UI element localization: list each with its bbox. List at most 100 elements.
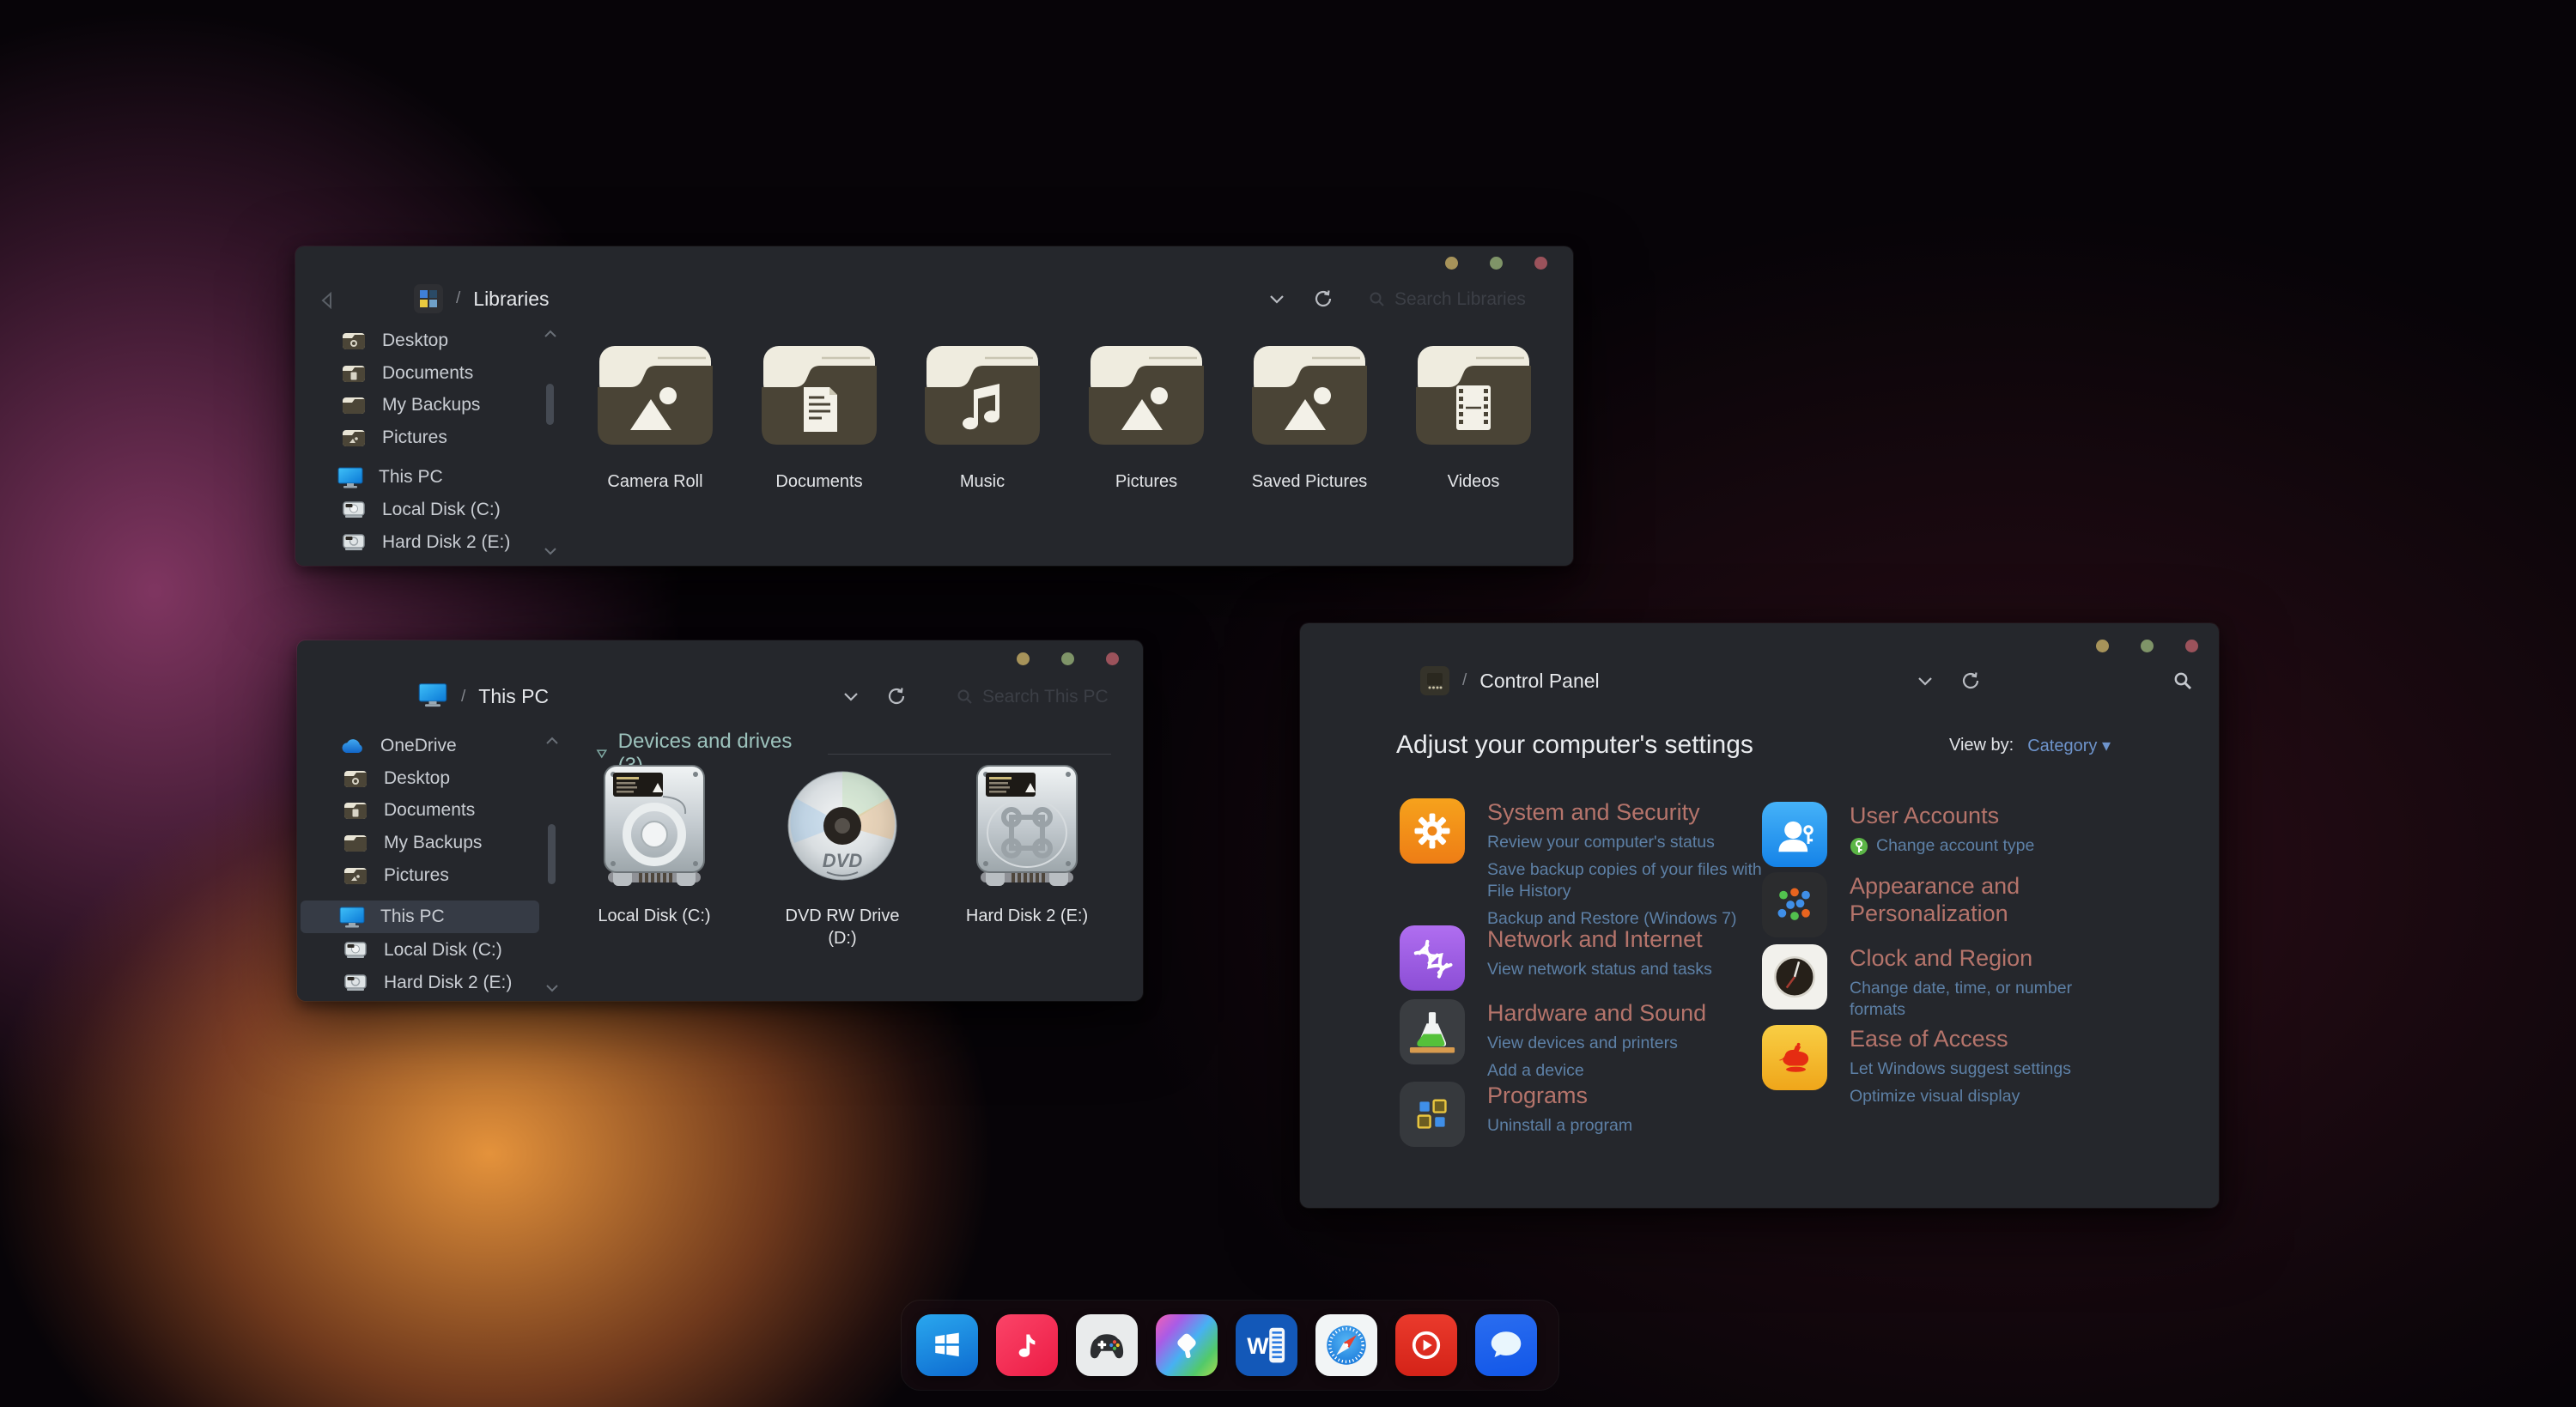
dock: W	[902, 1301, 1558, 1390]
search-box[interactable]: Search This PC	[957, 687, 1109, 707]
folder-documents[interactable]: Documents	[746, 332, 892, 493]
back-button[interactable]	[318, 289, 337, 316]
flask-icon[interactable]	[1400, 999, 1465, 1064]
user-icon[interactable]	[1762, 802, 1827, 867]
minimize-button[interactable]	[2096, 640, 2109, 652]
folder-pictures-icon	[591, 332, 720, 459]
drive-dvd-rw-d[interactable]: DVD DVD RW Drive (D:)	[765, 761, 920, 949]
clock-icon[interactable]	[1762, 944, 1827, 1010]
scroll-down-button[interactable]	[543, 545, 558, 561]
dock-icon-games[interactable]	[1076, 1314, 1138, 1376]
dock-icon-word[interactable]: W	[1236, 1314, 1297, 1376]
category-link[interactable]: Optimize visual display	[1850, 1086, 2071, 1107]
view-by-dropdown[interactable]: Category ▾	[2027, 735, 2111, 756]
breadcrumb[interactable]: / This PC	[417, 682, 549, 712]
refresh-button[interactable]	[1312, 288, 1334, 314]
refresh-button[interactable]	[885, 685, 908, 712]
window-controls	[1017, 652, 1119, 665]
category-link[interactable]: Review your computer's status	[1487, 832, 1762, 853]
sidebar-item-documents[interactable]: Documents	[342, 795, 475, 826]
sidebar-item-this-pc[interactable]: This PC	[338, 901, 445, 932]
folder-videos[interactable]: Videos	[1400, 332, 1546, 493]
sidebar-item-pictures[interactable]: Pictures	[342, 860, 449, 891]
dock-icon-videos[interactable]	[1395, 1314, 1457, 1376]
category-link[interactable]: Save backup copies of your files with Fi…	[1487, 859, 1762, 902]
sidebar-item-hard-disk-2[interactable]: Hard Disk 2 (E:)	[340, 527, 510, 558]
maximize-button[interactable]	[1061, 652, 1074, 665]
minimize-button[interactable]	[1445, 257, 1458, 270]
sidebar-item-local-disk-c[interactable]: Local Disk (C:)	[340, 494, 501, 525]
desktop: / Libraries Search Libraries Desktop Doc…	[0, 0, 2576, 1407]
gear-icon[interactable]	[1400, 798, 1465, 864]
search-placeholder: Search Libraries	[1394, 289, 1526, 310]
category-title[interactable]: Hardware and Sound	[1487, 999, 1706, 1027]
minimize-button[interactable]	[1017, 652, 1030, 665]
sidebar-label: Local Disk (C:)	[384, 940, 502, 961]
category-link[interactable]: Add a device	[1487, 1060, 1706, 1082]
sidebar-item-hard-disk-2[interactable]: Hard Disk 2 (E:)	[342, 967, 512, 998]
sidebar-label: Local Disk (C:)	[382, 500, 501, 520]
close-button[interactable]	[1106, 652, 1119, 665]
sidebar-item-local-disk-c[interactable]: Local Disk (C:)	[342, 935, 502, 966]
scroll-down-button[interactable]	[544, 982, 560, 998]
scroll-up-button[interactable]	[543, 328, 558, 343]
category-title[interactable]: System and Security	[1487, 798, 1762, 826]
refresh-button[interactable]	[1959, 670, 1982, 696]
view-by-control: View by: Category ▾	[1949, 735, 2111, 756]
sidebar-item-desktop[interactable]: Desktop	[342, 763, 450, 794]
drive-hard-disk-2-e[interactable]: Hard Disk 2 (E:)	[950, 761, 1104, 927]
folder-camera-roll[interactable]: Camera Roll	[582, 332, 728, 493]
category-link[interactable]: Change account type	[1850, 835, 2034, 857]
maximize-button[interactable]	[2141, 640, 2154, 652]
address-dropdown-button[interactable]	[841, 690, 860, 708]
lamp-icon[interactable]	[1762, 1025, 1827, 1090]
dock-icon-music[interactable]	[996, 1314, 1058, 1376]
scrollbar-thumb[interactable]	[548, 824, 556, 884]
folder-music-icon	[918, 332, 1047, 459]
category-title[interactable]: Clock and Region	[1850, 944, 2081, 972]
category-link[interactable]: View devices and printers	[1487, 1033, 1706, 1054]
category-title[interactable]: Appearance and Personalization	[1850, 872, 2056, 927]
dock-icon-start[interactable]	[916, 1314, 978, 1376]
address-dropdown-button[interactable]	[1267, 293, 1286, 311]
dock-icon-messages[interactable]	[1475, 1314, 1537, 1376]
scrollbar-thumb[interactable]	[546, 384, 554, 425]
maximize-button[interactable]	[1490, 257, 1503, 270]
close-button[interactable]	[2185, 640, 2198, 652]
sidebar-item-my-backups[interactable]: My Backups	[342, 828, 482, 858]
folder-music[interactable]: Music	[909, 332, 1055, 493]
sidebar-item-this-pc[interactable]: This PC	[337, 462, 443, 493]
close-button[interactable]	[1534, 257, 1547, 270]
category-link[interactable]: Change date, time, or number formats	[1850, 978, 2081, 1021]
search-box[interactable]: Search Libraries	[1369, 289, 1526, 310]
breadcrumb[interactable]: / Control Panel	[1420, 666, 1600, 695]
sidebar-item-pictures[interactable]: Pictures	[340, 422, 447, 453]
search-button[interactable]	[2172, 670, 2193, 695]
sidebar-item-documents[interactable]: Documents	[340, 358, 473, 389]
onedrive-icon	[338, 737, 366, 755]
drive-icon	[342, 942, 369, 959]
sidebar-item-desktop[interactable]: Desktop	[340, 325, 448, 356]
category-link[interactable]: View network status and tasks	[1487, 959, 1712, 980]
category-title[interactable]: Programs	[1487, 1082, 1632, 1109]
dna-icon[interactable]	[1400, 925, 1465, 991]
category-title[interactable]: Network and Internet	[1487, 925, 1712, 953]
drive-local-disk-c[interactable]: Local Disk (C:)	[577, 761, 732, 927]
apps-icon[interactable]	[1400, 1082, 1465, 1147]
folder-saved-pictures[interactable]: Saved Pictures	[1236, 332, 1382, 493]
category-link[interactable]: Uninstall a program	[1487, 1115, 1632, 1137]
collapse-section-icon[interactable]	[596, 749, 608, 759]
folder-pictures[interactable]: Pictures	[1073, 332, 1219, 493]
address-dropdown-button[interactable]	[1916, 675, 1935, 693]
breadcrumb[interactable]: / Libraries	[414, 284, 550, 313]
category-link[interactable]: Let Windows suggest settings	[1850, 1058, 2071, 1080]
category-title[interactable]: Ease of Access	[1850, 1025, 2071, 1052]
category-title[interactable]: User Accounts	[1850, 802, 2034, 829]
dock-icon-themes[interactable]	[1156, 1314, 1218, 1376]
dock-icon-safari[interactable]	[1315, 1314, 1377, 1376]
scroll-up-button[interactable]	[544, 735, 560, 750]
sidebar-item-onedrive[interactable]: OneDrive	[338, 731, 457, 761]
dots-icon[interactable]	[1762, 872, 1827, 937]
breadcrumb-title: This PC	[478, 685, 549, 708]
sidebar-item-my-backups[interactable]: My Backups	[340, 390, 480, 421]
